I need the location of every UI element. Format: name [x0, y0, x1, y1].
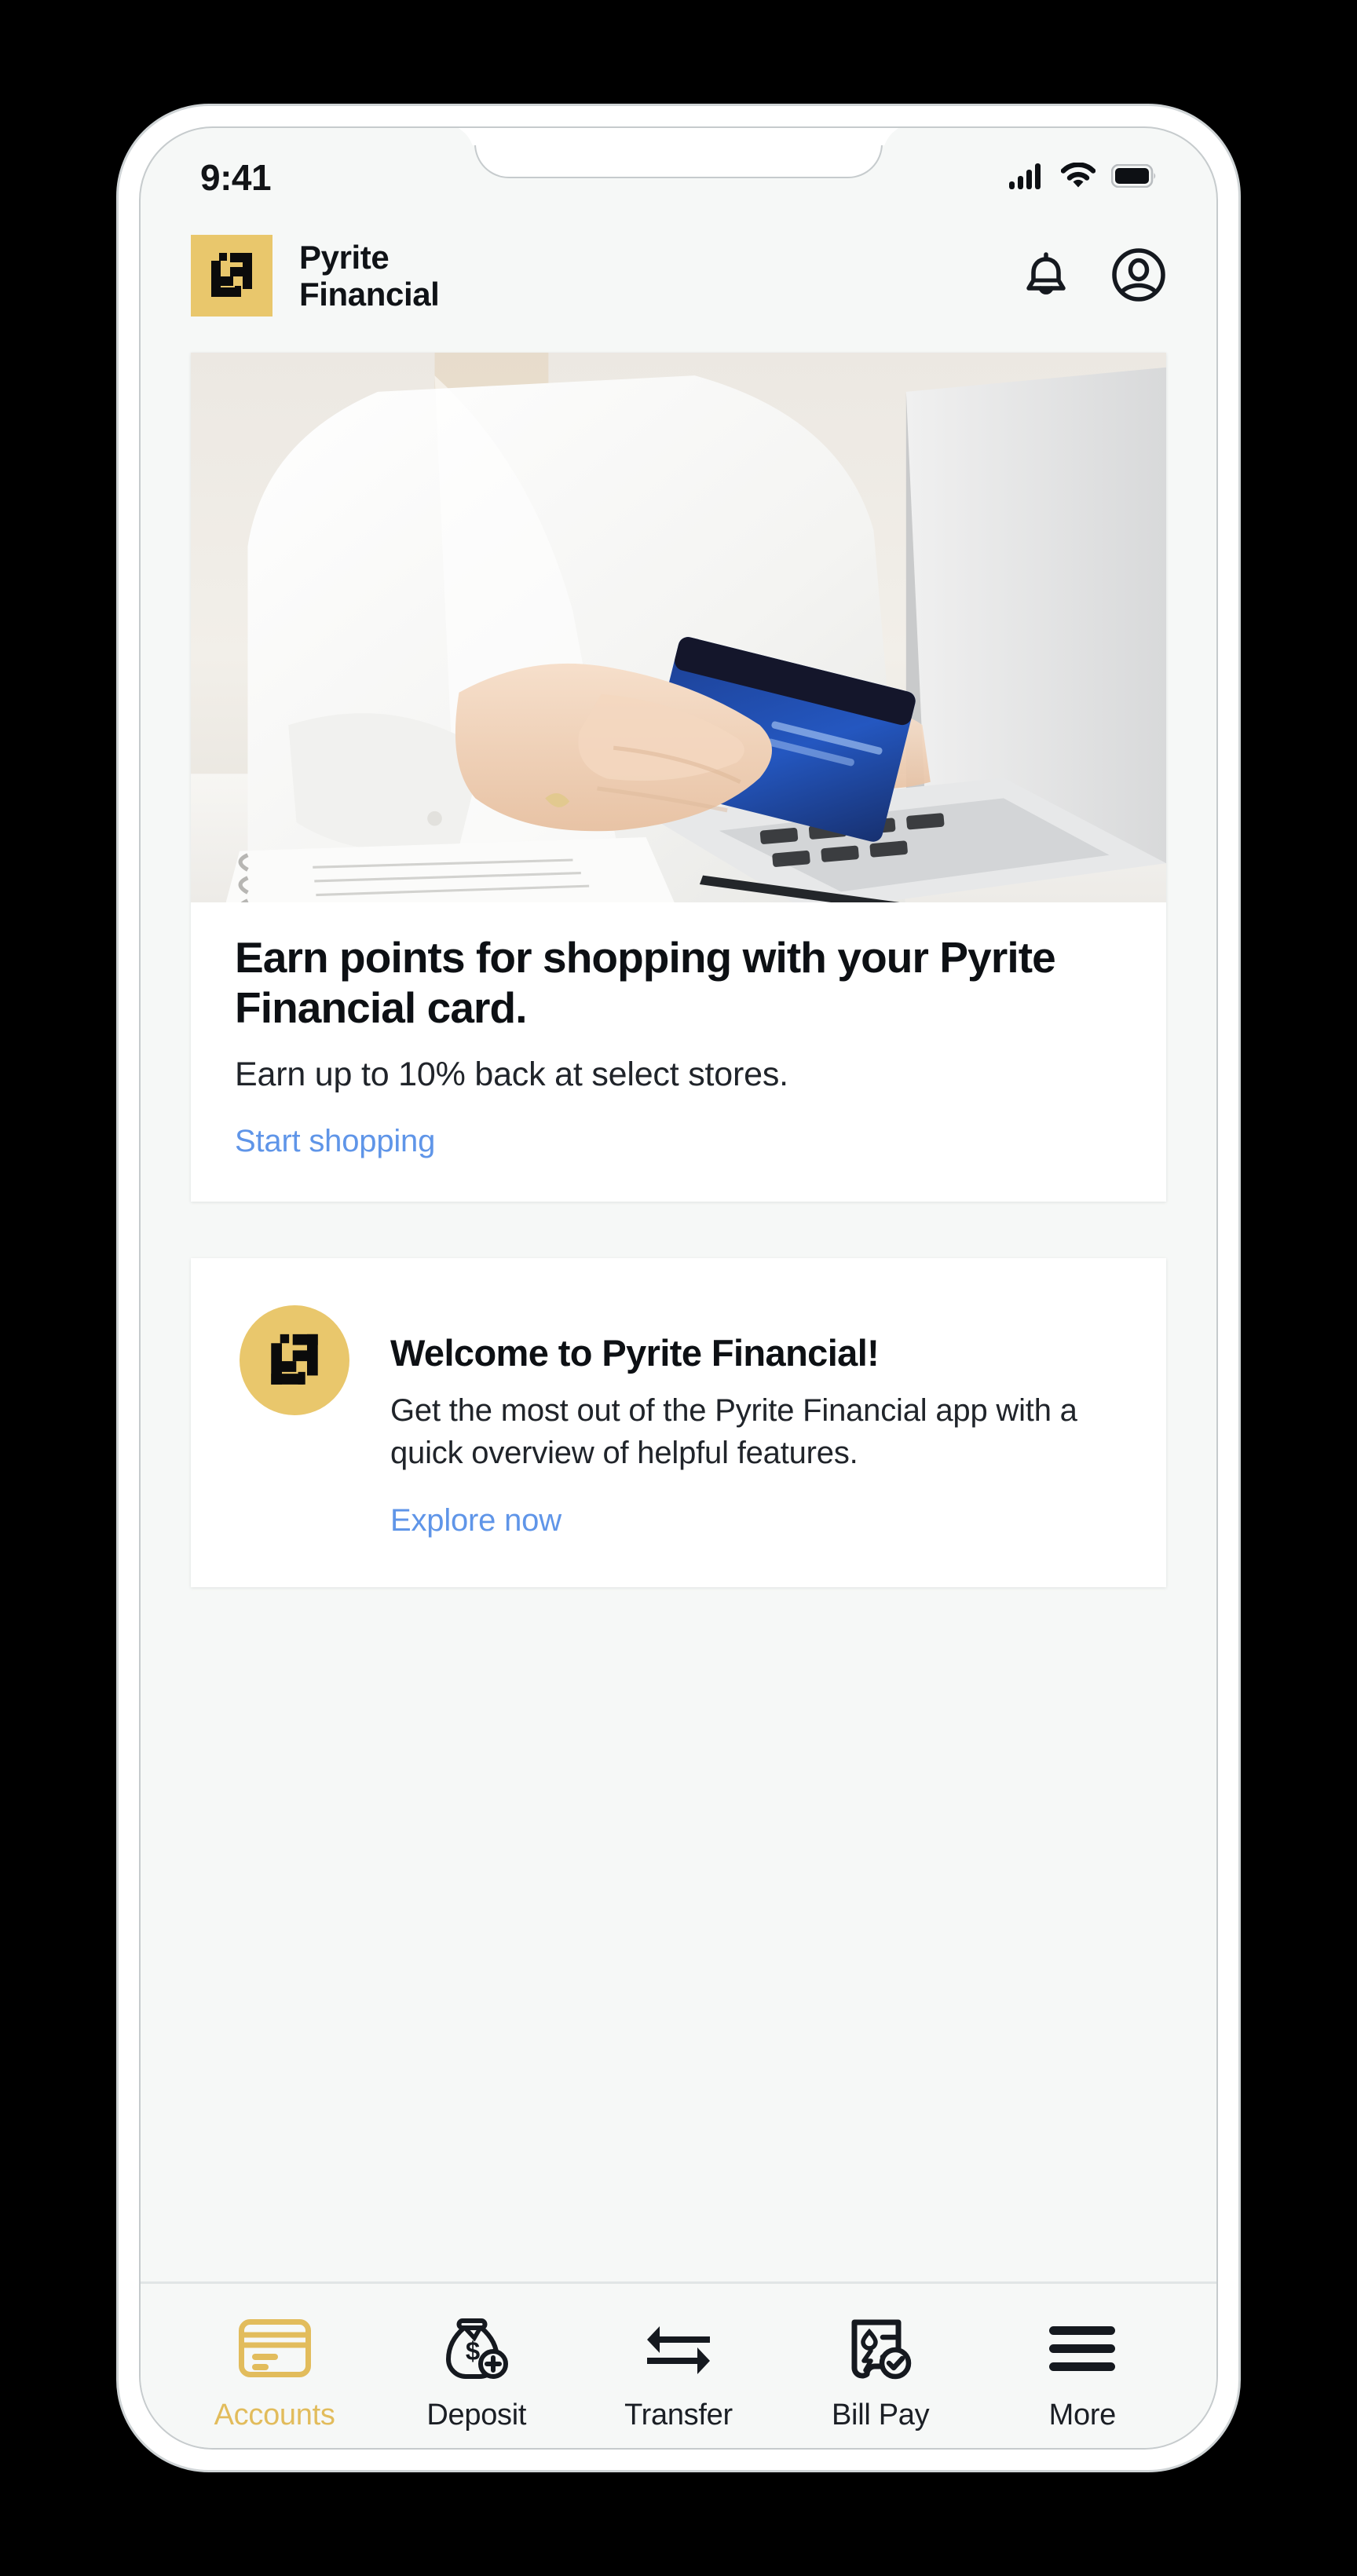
- header-actions: [1015, 245, 1169, 306]
- battery-icon: [1110, 163, 1157, 192]
- account-circle-icon: [1111, 247, 1166, 305]
- profile-button[interactable]: [1108, 245, 1169, 306]
- nav-item-billpay[interactable]: Bill Pay: [790, 2311, 971, 2432]
- promo-card[interactable]: Earn points for shopping with your Pyrit…: [191, 353, 1166, 1202]
- hamburger-menu-icon: [1048, 2311, 1117, 2386]
- status-bar: 9:41: [141, 128, 1216, 216]
- start-shopping-link[interactable]: Start shopping: [235, 1124, 435, 1159]
- promo-card-body: Earn points for shopping with your Pyrit…: [191, 902, 1166, 1202]
- welcome-card-title: Welcome to Pyrite Financial!: [390, 1332, 880, 1374]
- transfer-arrows-icon: [642, 2311, 715, 2386]
- brand-lockup[interactable]: Pyrite Financial: [191, 235, 440, 317]
- credit-card-icon: [238, 2311, 311, 2386]
- pyrite-financial-logo-icon: [240, 1305, 349, 1416]
- nav-item-accounts[interactable]: Accounts: [185, 2311, 365, 2432]
- phone-device-frame: 9:41 Pyrite Financial Earn points for sh…: [116, 104, 1241, 2472]
- app-header: Pyrite Financial: [141, 216, 1216, 335]
- pyrite-financial-logo-icon: [191, 235, 272, 317]
- status-bar-time: 9:41: [200, 157, 272, 198]
- bill-check-icon: [847, 2311, 914, 2386]
- nav-label-accounts: Accounts: [214, 2399, 335, 2431]
- notifications-button[interactable]: [1015, 245, 1077, 306]
- brand-name: Pyrite Financial: [299, 238, 440, 313]
- cellular-signal-icon: [1009, 163, 1045, 193]
- welcome-card-body: Get the most out of the Pyrite Financial…: [390, 1393, 1077, 1471]
- nav-item-transfer[interactable]: Transfer: [588, 2311, 769, 2432]
- promo-card-title: Earn points for shopping with your Pyrit…: [235, 933, 1056, 1033]
- main-content: Earn points for shopping with your Pyrit…: [141, 335, 1216, 2281]
- bell-icon: [1022, 249, 1070, 303]
- svg-text:$: $: [466, 2336, 480, 2366]
- nav-label-more: More: [1048, 2399, 1117, 2431]
- bottom-navigation-bar: Accounts $ Deposit Transfer Bill Pay Mor…: [141, 2281, 1216, 2448]
- phone-screen: 9:41 Pyrite Financial Earn points for sh…: [139, 126, 1218, 2450]
- money-bag-plus-icon: $: [443, 2311, 510, 2386]
- welcome-card[interactable]: Welcome to Pyrite Financial! Get the mos…: [191, 1258, 1166, 1587]
- nav-item-deposit[interactable]: $ Deposit: [386, 2311, 567, 2432]
- explore-now-link[interactable]: Explore now: [390, 1503, 561, 1539]
- status-bar-icons: [1009, 161, 1157, 193]
- wifi-icon: [1060, 161, 1096, 193]
- promo-hero-image: [191, 353, 1166, 902]
- welcome-card-text: Welcome to Pyrite Financial! Get the mos…: [390, 1305, 1122, 1538]
- nav-item-more[interactable]: More: [992, 2311, 1172, 2432]
- promo-card-subtitle: Earn up to 10% back at select stores.: [235, 1055, 788, 1093]
- nav-label-transfer: Transfer: [624, 2399, 733, 2431]
- nav-label-deposit: Deposit: [426, 2399, 527, 2431]
- nav-label-billpay: Bill Pay: [832, 2399, 930, 2431]
